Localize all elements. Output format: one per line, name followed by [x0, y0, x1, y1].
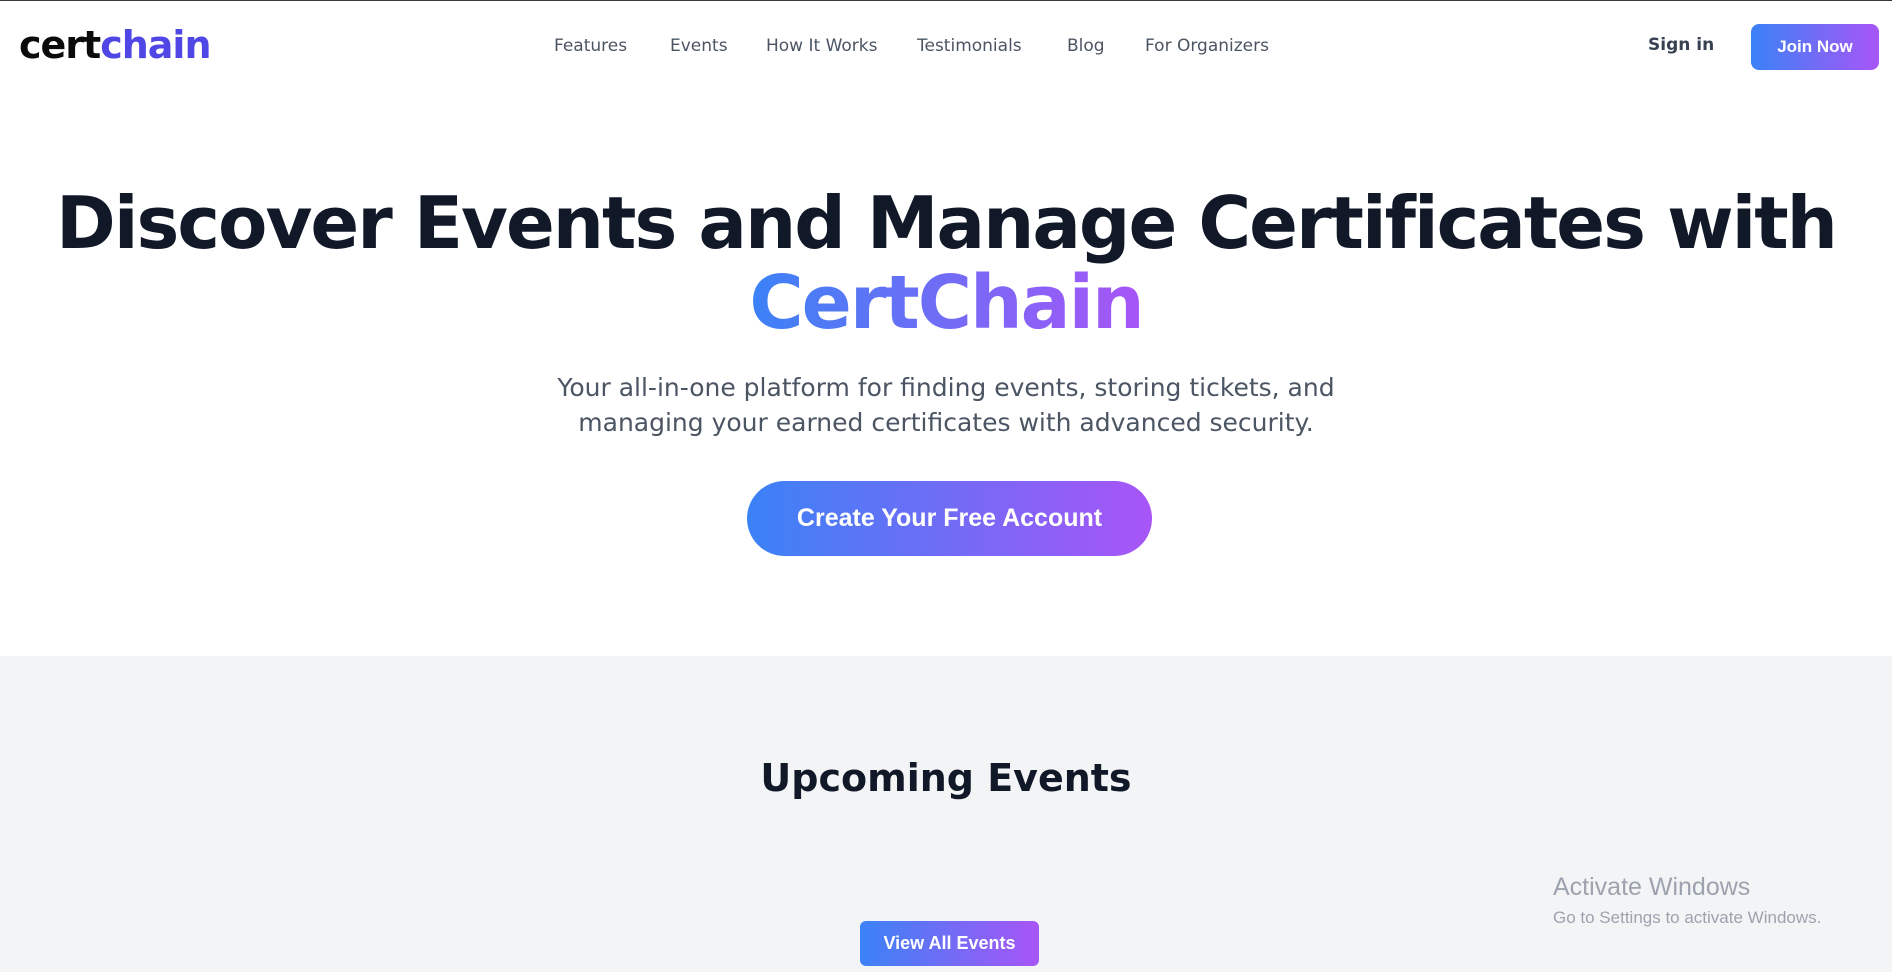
watermark-title: Activate Windows [1553, 873, 1751, 901]
nav-link-testimonials[interactable]: Testimonials [917, 36, 1022, 56]
hero-subtitle: Your all-in-one platform for finding eve… [557, 373, 1335, 437]
site-header: certchain Features Events How It Works T… [0, 1, 1892, 91]
nav-link-events[interactable]: Events [670, 36, 728, 56]
nav-link-blog[interactable]: Blog [1067, 36, 1105, 56]
watermark-subtitle: Go to Settings to activate Windows. [1553, 908, 1822, 927]
nav-link-how-it-works[interactable]: How It Works [766, 36, 877, 56]
nav-link-for-organizers[interactable]: For Organizers [1145, 36, 1269, 56]
sign-in-link[interactable]: Sign in [1648, 35, 1714, 55]
main-nav: Features Events How It Works Testimonial… [0, 36, 1892, 60]
hero-title: Discover Events and Manage Certificates … [56, 181, 1838, 265]
upcoming-events-title: Upcoming Events [760, 756, 1132, 800]
view-all-events-button[interactable]: View All Events [860, 921, 1039, 966]
join-now-button[interactable]: Join Now [1751, 24, 1879, 70]
hero-brand-name: CertChain [0, 263, 1892, 343]
activate-windows-watermark: Activate Windows Go to Settings to activ… [1553, 873, 1821, 928]
nav-link-features[interactable]: Features [554, 36, 627, 56]
hero-brand-text: CertChain [749, 260, 1144, 346]
create-account-button[interactable]: Create Your Free Account [747, 481, 1152, 556]
